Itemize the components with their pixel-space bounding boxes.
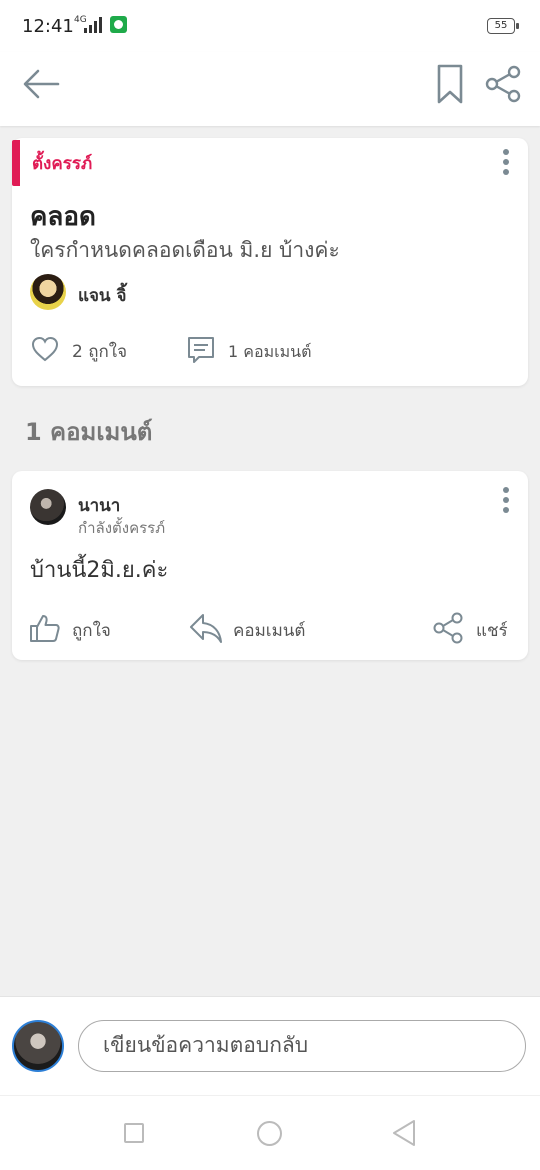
status-time: 12:41 bbox=[22, 16, 74, 37]
status-bar bbox=[0, 0, 540, 52]
share-icon[interactable] bbox=[432, 612, 466, 644]
commenter-avatar[interactable] bbox=[30, 489, 66, 525]
commenter-status: กำลังตั้งครรภ์ bbox=[78, 519, 166, 537]
author-avatar[interactable] bbox=[30, 274, 66, 310]
signal-icon bbox=[84, 17, 102, 33]
author-name[interactable]: แจน จิ้ bbox=[78, 282, 126, 309]
post-body: ใครกำหนดคลอดเดือน มิ.ย บ้างค่ะ bbox=[30, 238, 340, 262]
post-title: คลอด bbox=[30, 202, 96, 232]
heart-icon[interactable] bbox=[30, 334, 60, 364]
share-icon[interactable] bbox=[482, 62, 526, 106]
battery-icon: 55 bbox=[487, 18, 519, 34]
thumbs-up-icon[interactable] bbox=[28, 612, 62, 644]
reply-input[interactable]: เขียนข้อความตอบกลับ bbox=[78, 1020, 526, 1072]
comment-more-icon[interactable] bbox=[496, 485, 516, 515]
comment-reply-label[interactable]: คอมเมนต์ bbox=[233, 617, 305, 644]
nav-back-icon[interactable] bbox=[390, 1118, 418, 1148]
comment-share-label[interactable]: แชร์ bbox=[476, 617, 508, 644]
my-avatar[interactable] bbox=[12, 1020, 64, 1072]
home-icon[interactable] bbox=[257, 1121, 282, 1146]
back-arrow-icon[interactable] bbox=[18, 64, 66, 104]
comment-like-label[interactable]: ถูกใจ bbox=[72, 617, 111, 644]
comments-heading: 1 คอมเมนต์ bbox=[25, 418, 153, 446]
post-comments-count[interactable]: 1 คอมเมนต์ bbox=[228, 340, 311, 365]
recent-apps-icon[interactable] bbox=[124, 1123, 144, 1143]
comment-body: บ้านนี้2มิ.ย.ค่ะ bbox=[30, 558, 169, 583]
reply-icon[interactable] bbox=[188, 612, 224, 644]
commenter-name[interactable]: นานา bbox=[78, 492, 120, 519]
post-more-icon[interactable] bbox=[496, 147, 516, 177]
bookmark-icon[interactable] bbox=[432, 62, 468, 106]
tag-accent-bar bbox=[12, 140, 20, 186]
comment-icon[interactable] bbox=[185, 334, 217, 366]
post-tag[interactable]: ตั้งครรภ์ bbox=[32, 150, 92, 177]
post-likes[interactable]: 2 ถูกใจ bbox=[72, 338, 127, 365]
app-notification-icon bbox=[110, 16, 127, 33]
